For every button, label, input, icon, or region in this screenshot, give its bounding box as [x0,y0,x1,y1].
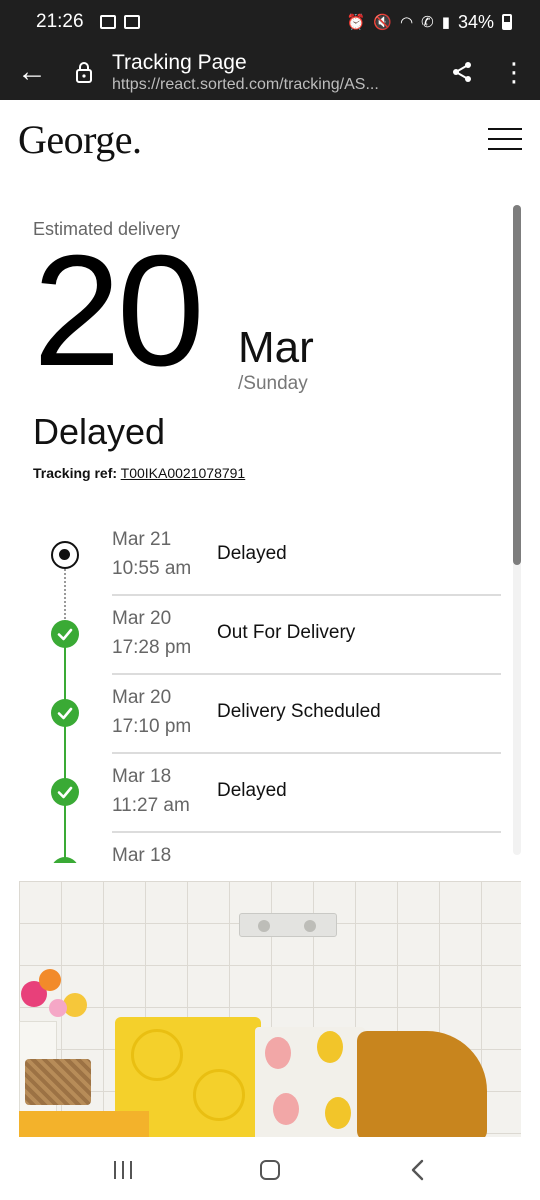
mute-icon: 🔇 [373,14,393,31]
event-datetime: Mar 20 17:10 pm [112,683,191,741]
alarm-icon: ⏰ [346,14,366,31]
tracking-ref-link[interactable]: T00IKA0021078791 [121,465,246,481]
promo-banner-image[interactable] [19,881,521,1137]
checkmark-icon [51,699,79,727]
gallery-icon [99,15,116,29]
delivery-day: 20 [33,223,205,399]
home-button[interactable] [240,1150,300,1190]
signal-icon: ▮ [441,14,450,31]
address-bar[interactable]: Tracking Page https://react.sorted.com/t… [104,50,436,94]
timeline-event: Mar 20 17:28 pm Out For Delivery [19,596,509,675]
logo-text: George [18,116,133,162]
delivery-status: Delayed [33,411,166,452]
tap-fixture [239,913,337,937]
delivery-month: Mar [238,323,314,372]
delivery-weekday: /Sunday [238,373,308,394]
event-datetime: Mar 21 10:55 am [112,525,191,583]
event-datetime: Mar 20 17:28 pm [112,604,191,662]
wifi-icon: ◠ [400,14,414,31]
ladybird-towel [255,1027,365,1137]
system-indicators: ⏰ 🔇 ◠ ✆ ▮ 34% [347,12,512,33]
voicemail-icon [123,15,140,29]
tracking-timeline: Mar 21 10:55 am Delayed Mar 20 17:28 pm … [19,517,509,863]
flower [39,969,61,991]
hamburger-menu-icon[interactable] [488,128,522,150]
checkmark-icon [51,778,79,806]
event-time: 11:27 am [112,795,190,816]
back-icon[interactable] [387,1150,447,1190]
timeline-event: Mar 18 11:27 am Delayed [19,754,509,833]
ladybird [273,1093,299,1125]
checkmark-icon [51,857,79,863]
event-date: Mar 21 [112,529,172,550]
notification-icons [99,15,140,29]
event-time: 17:10 pm [112,716,192,737]
tracking-panel[interactable]: Estimated delivery 20 Mar /Sunday Delaye… [19,195,521,863]
mustard-towel [357,1031,487,1137]
scrollbar-thumb[interactable] [513,205,521,565]
george-logo[interactable]: George. [18,116,142,163]
system-navigation-bar [0,1140,540,1200]
current-status-icon [51,541,79,569]
event-time: 10:55 am [112,558,192,579]
battery-icon [502,14,512,30]
event-datetime: Mar 18 11:27 am [112,762,190,820]
browser-toolbar: ← Tracking Page https://react.sorted.com… [0,44,540,100]
status-bar: 21:26 ⏰ 🔇 ◠ ✆ ▮ 34% [0,0,540,44]
tracking-ref-label: Tracking ref: [33,465,118,481]
event-date: Mar 20 [112,608,172,629]
tracking-ref: Tracking ref: T00IKA0021078791 [33,465,245,481]
event-date: Mar 20 [112,687,172,708]
ladybird [317,1031,343,1063]
event-status: Delayed [217,543,287,564]
event-status: Out For Delivery [217,622,356,643]
share-icon[interactable] [436,44,488,100]
ladybird [325,1097,351,1129]
event-date: Mar 18 [112,845,172,863]
recent-apps-icon[interactable] [93,1150,153,1190]
timeline-event: Mar 21 10:55 am Delayed [19,517,509,596]
orange-towel [19,1111,149,1137]
page-url: https://react.sorted.com/tracking/AS... [112,76,379,93]
timeline-event: Mar 20 17:10 pm Delivery Scheduled [19,675,509,754]
event-datetime: Mar 18 [112,841,171,863]
checkmark-icon [51,620,79,648]
wifi-call-icon: ✆ [421,14,434,31]
event-status: Delayed [217,780,287,801]
battery-percent: 34% [457,11,494,32]
event-time: 17:28 pm [112,637,192,658]
ladybird [265,1037,291,1069]
flower [49,999,67,1017]
logo-dot: . [132,116,142,162]
home-icon [259,1160,280,1180]
back-arrow-icon[interactable]: ← [0,44,64,100]
page-title: Tracking Page [112,51,247,74]
event-date: Mar 18 [112,766,172,787]
timeline-event: Mar 18 [19,833,509,863]
overflow-menu-icon[interactable]: ⋮ [488,44,540,100]
lock-icon[interactable] [64,44,104,100]
wicker-basket [25,1059,91,1105]
event-status: Delivery Scheduled [217,701,381,722]
status-time: 21:26 [36,11,84,32]
site-header: George. [0,100,540,178]
